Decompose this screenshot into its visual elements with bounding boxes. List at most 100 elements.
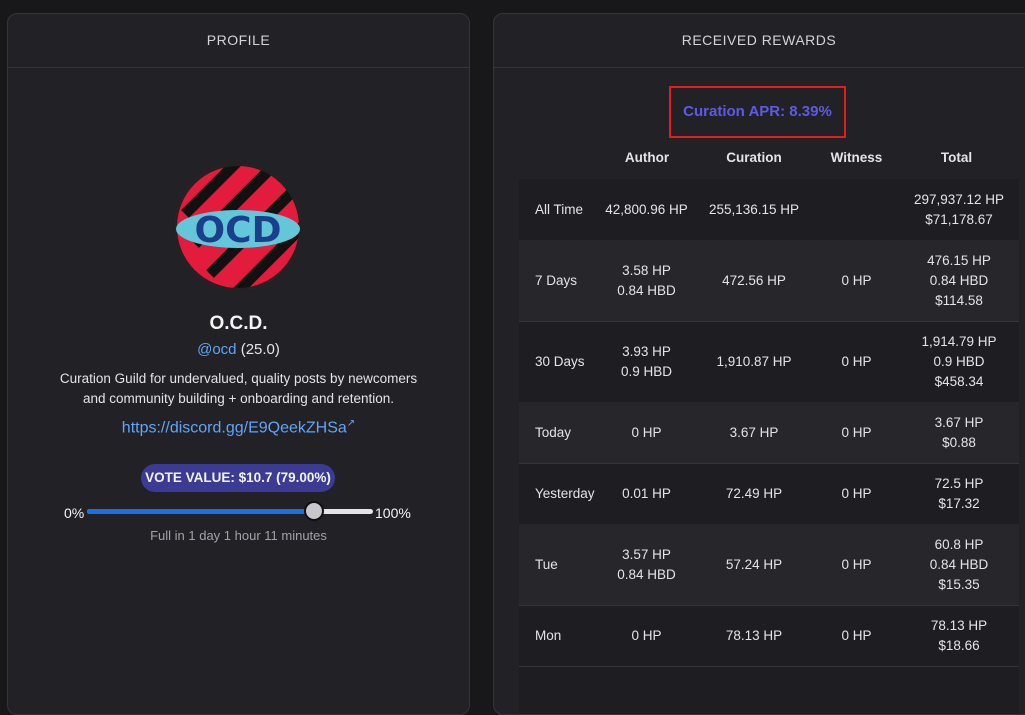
- column-header-witness: Witness: [830, 150, 883, 165]
- profile-description: Curation Guild for undervalued, quality …: [38, 369, 439, 409]
- total-cell: 1,914.79 HP 0.9 HBD $458.34: [904, 321, 1014, 402]
- author-cell-lines: 3.57 HP 0.84 HBD: [617, 545, 676, 585]
- cell-line: 72.5 HP: [934, 475, 984, 491]
- cell-line: 0 HP: [841, 353, 872, 369]
- column-header-author: Author: [624, 150, 670, 165]
- cell-line: 3.57 HP: [622, 546, 671, 562]
- total-cell-lines: 1,914.79 HP 0.9 HBD $458.34: [921, 332, 996, 392]
- total-cell-lines: 72.5 HP $17.32: [935, 474, 984, 514]
- author-cell-lines: 0.01 HP: [622, 484, 671, 504]
- author-cell: 3.58 HP 0.84 HBD: [594, 240, 699, 321]
- cell-line: 0.84 HBD: [929, 556, 989, 572]
- curation-cell: 255,136.15 HP: [699, 179, 809, 240]
- cell-line: 0.84 HBD: [617, 282, 676, 298]
- witness-cell-lines: 0 HP: [841, 352, 871, 372]
- cell-line: 1,914.79 HP: [921, 333, 997, 349]
- witness-cell: 0 HP: [809, 402, 904, 463]
- cell-line: 1,910.87 HP: [716, 353, 792, 369]
- cell-line: 0.9 HBD: [620, 363, 673, 379]
- cell-line: 0.84 HBD: [929, 272, 989, 288]
- cell-line: $71,178.67: [925, 211, 993, 227]
- rewards-panel: RECEIVED REWARDS Curation APR: 8.39% Aut…: [493, 13, 1025, 715]
- cell-line: 0 HP: [631, 424, 662, 440]
- cell-line: 3.58 HP: [622, 262, 671, 278]
- curation-cell-lines: 78.13 HP: [726, 626, 782, 646]
- slider-fill: [87, 509, 313, 514]
- vote-value-badge: VOTE VALUE: $10.7 (79.00%): [141, 464, 335, 492]
- cell-line: 60.8 HP: [934, 536, 984, 552]
- author-cell-lines: 0 HP: [631, 626, 661, 646]
- table-row: 7 Days 3.58 HP 0.84 HBD 472.56 HP 0 HP 476.15…: [519, 240, 1019, 322]
- avatar[interactable]: OCD: [175, 164, 301, 290]
- curation-cell: 57.24 HP: [699, 524, 809, 605]
- cell-line: 0 HP: [631, 627, 662, 643]
- witness-cell-lines: 0 HP: [841, 555, 871, 575]
- author-cell: 0.01 HP: [594, 463, 699, 524]
- author-cell: 3.57 HP 0.84 HBD: [594, 524, 699, 605]
- cell-line: 3.67 HP: [934, 414, 984, 430]
- curation-apr-box: Curation APR: 8.39%: [669, 86, 846, 138]
- total-cell-lines: 476.15 HP 0.84 HBD $114.58: [927, 251, 991, 311]
- total-cell: 297,937.12 HP $71,178.67: [904, 179, 1014, 240]
- column-header-total: Total: [940, 150, 973, 165]
- cell-line: 472.56 HP: [722, 272, 786, 288]
- profile-panel: PROFILE OCD O.C.D. @ocd (25.0) Curation …: [7, 13, 470, 715]
- reputation-score: (25.0): [240, 341, 280, 358]
- total-cell: 3.67 HP $0.88: [904, 402, 1014, 463]
- witness-cell: 0 HP: [809, 605, 904, 666]
- table-row: Tue 3.57 HP 0.84 HBD 57.24 HP 0 HP 60.8 HP 0.8…: [519, 524, 1019, 606]
- witness-cell: 0 HP: [809, 463, 904, 524]
- rewards-header: RECEIVED REWARDS: [494, 14, 1024, 68]
- description-line: and community building + onboarding and …: [82, 391, 395, 406]
- author-cell-lines: 3.93 HP 0.9 HBD: [621, 342, 672, 382]
- curation-cell-lines: 1,910.87 HP: [716, 352, 791, 372]
- cell-line: 0 HP: [841, 424, 872, 440]
- curation-cell-lines: 3.67 HP: [730, 423, 779, 443]
- curation-cell: 472.56 HP: [699, 240, 809, 321]
- cell-line: 57.24 HP: [725, 556, 783, 572]
- curation-cell-lines: 57.24 HP: [726, 555, 782, 575]
- curation-cell-lines: 472.56 HP: [722, 271, 786, 291]
- cell-line: $114.58: [935, 292, 983, 308]
- cell-line: $458.34: [934, 373, 984, 389]
- profile-header: PROFILE: [8, 14, 469, 68]
- curation-cell: 3.67 HP: [699, 402, 809, 463]
- cell-line: 3.67 HP: [729, 424, 779, 440]
- curation-cell-lines: 72.49 HP: [726, 484, 782, 504]
- column-header-curation: Curation: [726, 150, 782, 165]
- author-cell-lines: 3.58 HP 0.84 HBD: [617, 261, 676, 301]
- witness-cell-lines: 0 HP: [841, 271, 871, 291]
- profile-name: O.C.D.: [209, 313, 268, 334]
- profile-website-link[interactable]: https://discord.gg/E9QeekZHSa↗: [8, 418, 469, 437]
- total-cell-lines: 297,937.12 HP $71,178.67: [914, 190, 1004, 230]
- cell-line: $15.35: [938, 576, 980, 592]
- table-row: All Time 42,800.96 HP 255,136.15 HP 297,937…: [519, 179, 1019, 241]
- author-cell: 0 HP: [594, 402, 699, 463]
- total-cell: 78.13 HP $18.66: [904, 605, 1014, 666]
- curation-cell: 1,910.87 HP: [699, 321, 809, 402]
- cell-line: 0.9 HBD: [933, 353, 985, 369]
- recharge-time: Full in 1 day 1 hour 11 minutes: [150, 528, 327, 543]
- profile-handle-line: @ocd (25.0): [8, 341, 469, 358]
- curation-cell: 78.13 HP: [699, 605, 809, 666]
- total-cell-lines: 3.67 HP $0.88: [935, 413, 984, 453]
- table-row: 30 Days 3.93 HP 0.9 HBD 1,910.87 HP 0 HP 1,91…: [519, 321, 1019, 403]
- curation-cell-lines: 255,136.15 HP: [709, 200, 799, 220]
- slider-thumb[interactable]: [303, 501, 324, 521]
- cell-line: $18.66: [938, 637, 980, 653]
- cell-line: 42,800.96 HP: [605, 201, 688, 217]
- voting-power-slider[interactable]: [87, 501, 373, 521]
- author-cell: 3.93 HP 0.9 HBD: [594, 321, 699, 402]
- cell-line: 297,937.12 HP: [913, 191, 1005, 207]
- witness-cell-lines: 0 HP: [841, 423, 871, 443]
- cell-line: 0 HP: [841, 556, 872, 572]
- cell-line: 0.84 HBD: [617, 566, 676, 582]
- curation-cell: 72.49 HP: [699, 463, 809, 524]
- total-cell: 72.5 HP $17.32: [904, 463, 1014, 524]
- cell-line: $17.32: [938, 495, 980, 511]
- website-link-text[interactable]: https://discord.gg/E9QeekZHSa: [122, 419, 347, 436]
- slider-min-label: 0%: [64, 505, 85, 521]
- profile-handle-link[interactable]: @ocd: [197, 341, 236, 358]
- total-cell-lines: 60.8 HP 0.84 HBD $15.35: [930, 535, 989, 595]
- description-line: Curation Guild for undervalued, quality …: [59, 371, 418, 386]
